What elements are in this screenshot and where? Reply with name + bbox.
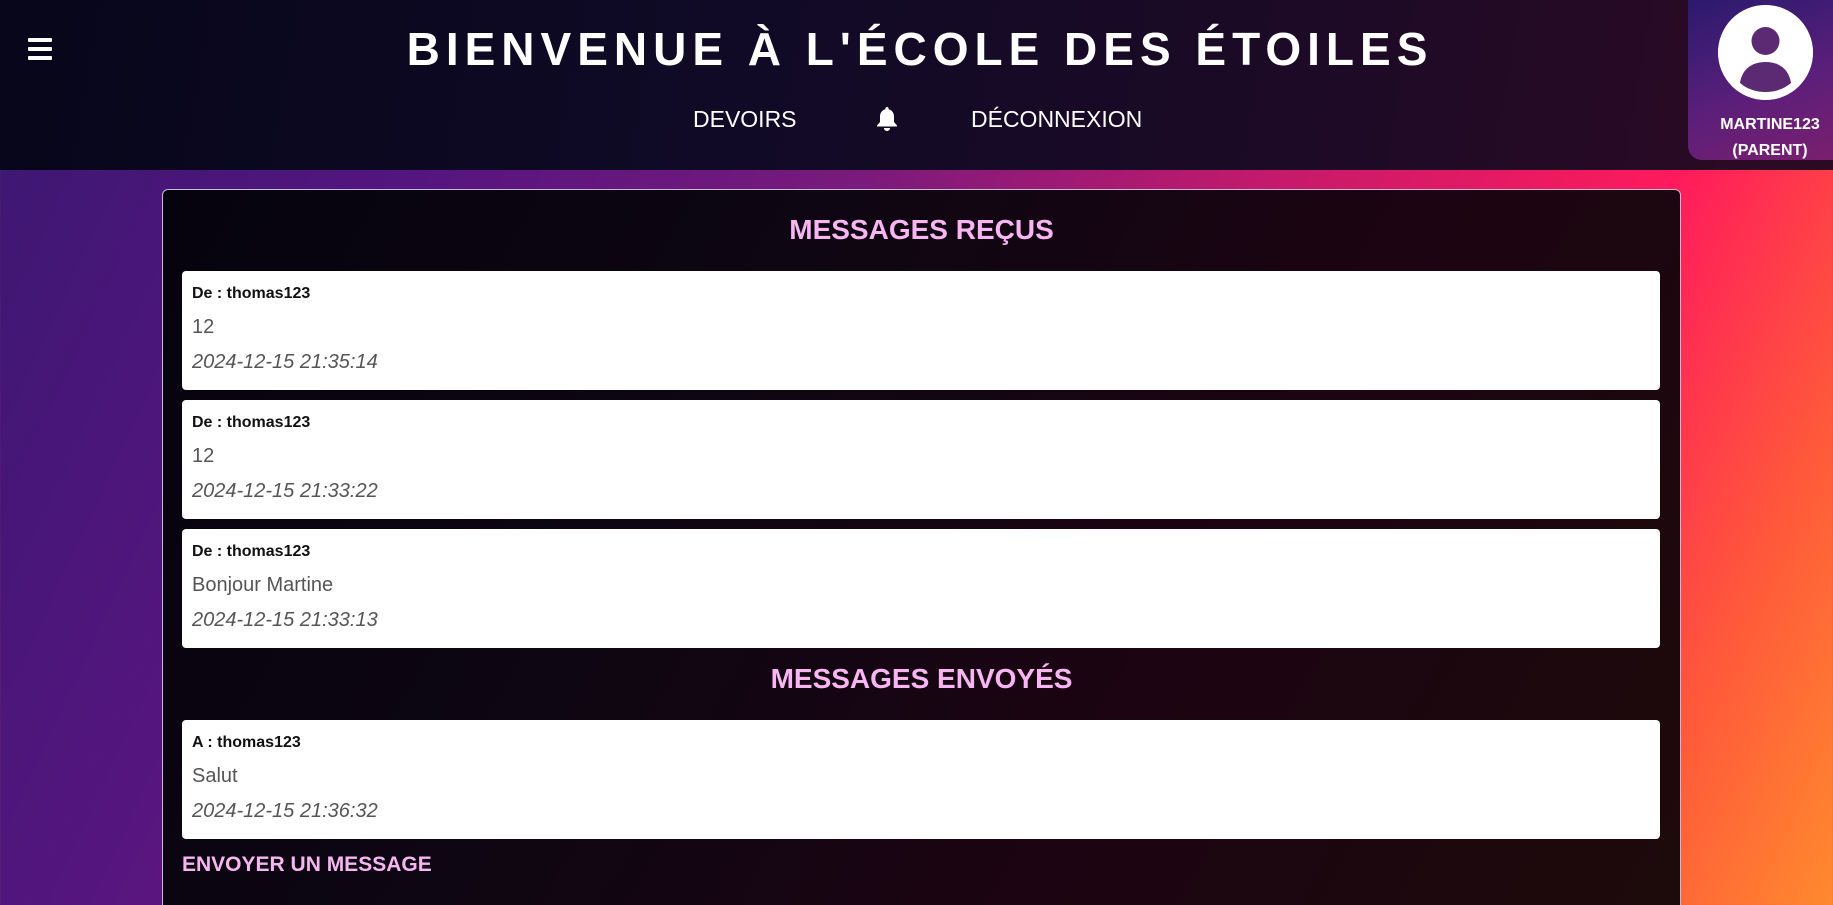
user-profile[interactable]: MARTINE123 (PARENT) bbox=[1688, 0, 1833, 160]
received-message-card: De : thomas123 12 2024-12-15 21:35:14 bbox=[182, 271, 1660, 390]
message-body: 12 bbox=[192, 445, 215, 467]
message-body: Salut bbox=[192, 765, 238, 787]
profile-name-text: MARTINE123 bbox=[1720, 116, 1820, 133]
message-body: 12 bbox=[192, 316, 215, 338]
sent-message-card: A : thomas123 Salut 2024-12-15 21:36:32 bbox=[182, 720, 1660, 839]
message-date: 2024-12-15 21:35:14 bbox=[192, 351, 378, 373]
messages-panel: MESSAGES REÇUS De : thomas123 12 2024-12… bbox=[162, 189, 1681, 905]
message-recipient: A : thomas123 bbox=[192, 734, 301, 751]
profile-role-text: (PARENT) bbox=[1732, 142, 1808, 159]
message-date: 2024-12-15 21:33:22 bbox=[192, 480, 378, 502]
received-message-card: De : thomas123 Bonjour Martine 2024-12-1… bbox=[182, 529, 1660, 648]
message-sender: De : thomas123 bbox=[192, 285, 311, 302]
profile-username: MARTINE123 (PARENT) bbox=[1688, 112, 1833, 164]
user-avatar-icon[interactable] bbox=[1718, 5, 1813, 100]
sent-messages-title: MESSAGES ENVOYÉS bbox=[770, 663, 1073, 694]
nav-devoirs-link[interactable]: DEVOIRS bbox=[693, 106, 797, 133]
message-body: Bonjour Martine bbox=[192, 574, 334, 596]
message-date: 2024-12-15 21:33:13 bbox=[192, 609, 378, 631]
message-sender: De : thomas123 bbox=[192, 414, 311, 431]
bell-icon[interactable] bbox=[875, 106, 899, 132]
send-message-title: ENVOYER UN MESSAGE bbox=[182, 853, 432, 876]
page-title: BIENVENUE À L'ÉCOLE DES ÉTOILES bbox=[406, 23, 1434, 75]
site-header: BIENVENUE À L'ÉCOLE DES ÉTOILES DEVOIRS … bbox=[0, 0, 1833, 170]
received-messages-title: MESSAGES REÇUS bbox=[789, 214, 1054, 245]
nav-logout-link[interactable]: DÉCONNEXION bbox=[971, 106, 1142, 133]
message-sender: De : thomas123 bbox=[192, 543, 311, 560]
received-message-card: De : thomas123 12 2024-12-15 21:33:22 bbox=[182, 400, 1660, 519]
message-date: 2024-12-15 21:36:32 bbox=[192, 800, 378, 822]
